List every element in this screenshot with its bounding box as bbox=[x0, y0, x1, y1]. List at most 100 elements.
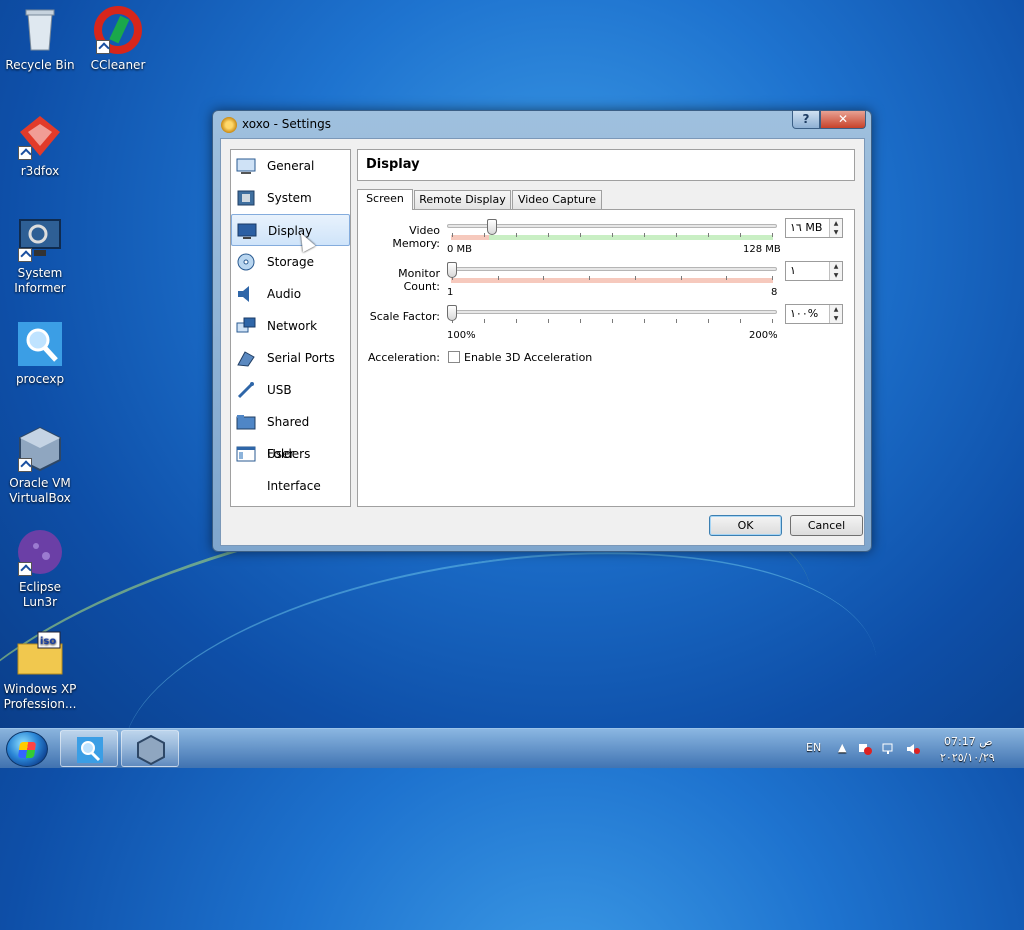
procexp-icon bbox=[16, 320, 64, 368]
nav-item-storage[interactable]: Storage bbox=[231, 246, 350, 278]
nav-item-audio[interactable]: Audio bbox=[231, 278, 350, 310]
slider-tick bbox=[452, 233, 453, 237]
slider-tick bbox=[612, 319, 613, 323]
slider-thumb[interactable] bbox=[447, 305, 457, 321]
monitor-count-min-label: 1 bbox=[447, 287, 454, 298]
spin-up-icon[interactable]: ▲ bbox=[830, 305, 842, 314]
video-memory-min-label: 0 MB bbox=[447, 244, 473, 255]
spin-buttons[interactable]: ▲ ▼ bbox=[829, 305, 842, 323]
general-icon bbox=[236, 158, 256, 174]
slider-tick bbox=[548, 233, 549, 237]
monitor-count-max-label: 8 bbox=[771, 287, 778, 298]
close-button[interactable]: ✕ bbox=[820, 111, 866, 129]
procexp-task-icon bbox=[77, 737, 103, 763]
slider-ticks bbox=[447, 319, 777, 325]
desktop-icon-virtualbox[interactable]: Oracle VM VirtualBox bbox=[0, 424, 80, 506]
scale-factor-spinbox[interactable]: ١٠٠% ▲ ▼ bbox=[785, 304, 843, 324]
ok-button[interactable]: OK bbox=[709, 515, 782, 536]
desktop-icon-label: CCleaner bbox=[90, 58, 146, 72]
spin-up-icon[interactable]: ▲ bbox=[830, 219, 842, 228]
eclipse-icon bbox=[16, 528, 64, 576]
spin-down-icon[interactable]: ▼ bbox=[830, 271, 842, 280]
section-title: Display bbox=[357, 149, 855, 181]
video-memory-slider[interactable] bbox=[447, 219, 777, 243]
acceleration-label: Acceleration: bbox=[367, 351, 440, 364]
spin-buttons[interactable]: ▲ ▼ bbox=[829, 219, 842, 237]
language-indicator[interactable]: EN bbox=[806, 741, 821, 754]
slider-thumb[interactable] bbox=[447, 262, 457, 278]
desktop-icon-label: System Informer bbox=[14, 266, 66, 295]
spin-down-icon[interactable]: ▼ bbox=[830, 228, 842, 237]
spin-down-icon[interactable]: ▼ bbox=[830, 314, 842, 323]
slider-tick bbox=[772, 319, 773, 323]
recycle-bin-icon bbox=[16, 6, 64, 54]
desktop-icon-r3dfox[interactable]: r3dfox bbox=[0, 112, 80, 179]
virtualbox-task-icon bbox=[137, 734, 165, 766]
nav-item-shared-folders[interactable]: Shared Folders bbox=[231, 406, 350, 461]
network-tray-icon[interactable] bbox=[882, 743, 896, 755]
shortcut-arrow-icon bbox=[18, 248, 32, 262]
nav-item-general[interactable]: General bbox=[231, 150, 350, 182]
desktop-icon-recycle-bin[interactable]: Recycle Bin bbox=[0, 6, 80, 73]
slider-tick bbox=[708, 233, 709, 237]
slider-tick bbox=[548, 319, 549, 323]
tab-remote-display[interactable]: Remote Display bbox=[414, 190, 511, 209]
slider-tick bbox=[772, 276, 773, 280]
monitor-count-slider[interactable] bbox=[447, 262, 777, 286]
spin-buttons[interactable]: ▲ ▼ bbox=[829, 262, 842, 280]
scale-factor-label: Scale Factor: bbox=[369, 310, 440, 323]
nav-item-network[interactable]: Network bbox=[231, 310, 350, 342]
slider-tick bbox=[543, 276, 544, 280]
video-memory-spinbox[interactable]: ١٦ MB ▲ ▼ bbox=[785, 218, 843, 238]
desktop-icon-ccleaner[interactable]: CCleaner bbox=[78, 6, 158, 73]
nav-item-label: Serial Ports bbox=[267, 351, 335, 365]
clock-date[interactable]: ٢٠٢٥/١٠/٢٩ bbox=[940, 751, 995, 764]
svg-text:iso: iso bbox=[40, 636, 56, 647]
nav-item-user-interface[interactable]: User Interface bbox=[231, 438, 350, 493]
virtualbox-icon bbox=[16, 424, 64, 472]
tab-video-capture[interactable]: Video Capture bbox=[512, 190, 602, 209]
help-button[interactable]: ? bbox=[792, 111, 820, 129]
slider-tick bbox=[612, 233, 613, 237]
nav-item-display[interactable]: Display bbox=[231, 214, 350, 246]
monitor-count-spinbox[interactable]: ١ ▲ ▼ bbox=[785, 261, 843, 281]
start-button[interactable] bbox=[6, 731, 48, 767]
monitor-icon bbox=[237, 223, 257, 239]
taskbar-virtualbox[interactable] bbox=[121, 730, 179, 767]
window-titlebar[interactable]: xoxo - Settings ? ✕ bbox=[213, 111, 871, 137]
slider-tick bbox=[516, 233, 517, 237]
clock-time[interactable]: 07:17 ص bbox=[944, 735, 993, 748]
system-informer-icon bbox=[16, 214, 64, 262]
slider-track bbox=[447, 310, 777, 314]
desktop-icon-system-informer[interactable]: System Informer bbox=[0, 214, 80, 296]
volume-muted-icon[interactable] bbox=[906, 743, 920, 755]
enable-3d-acceleration-checkbox[interactable] bbox=[448, 351, 460, 363]
settings-content: Display Screen Remote Display Video Capt… bbox=[357, 149, 855, 507]
nav-item-serial-ports[interactable]: Serial Ports bbox=[231, 342, 350, 374]
nav-item-label: Audio bbox=[267, 287, 302, 301]
iso-folder-icon: iso bbox=[16, 630, 64, 678]
scale-factor-value: ١٠٠% bbox=[790, 307, 819, 320]
slider-ticks bbox=[447, 276, 777, 282]
desktop-icon-procexp[interactable]: procexp bbox=[0, 320, 80, 387]
show-hidden-icons-icon[interactable]: ▲ bbox=[838, 741, 846, 754]
scale-factor-slider[interactable] bbox=[447, 305, 777, 329]
slider-thumb[interactable] bbox=[487, 219, 497, 235]
slider-tick bbox=[740, 319, 741, 323]
shortcut-arrow-icon bbox=[18, 458, 32, 472]
slider-tick bbox=[644, 233, 645, 237]
action-center-flag-icon[interactable] bbox=[858, 743, 872, 755]
desktop-icon-windows-xp[interactable]: iso Windows XP Profession... bbox=[0, 630, 80, 712]
nav-item-label: USB bbox=[267, 383, 292, 397]
spin-up-icon[interactable]: ▲ bbox=[830, 262, 842, 271]
tab-screen[interactable]: Screen bbox=[357, 189, 413, 210]
slider-track bbox=[447, 267, 777, 271]
cancel-button[interactable]: Cancel bbox=[790, 515, 863, 536]
nav-item-usb[interactable]: USB bbox=[231, 374, 350, 406]
nav-item-system[interactable]: System bbox=[231, 182, 350, 214]
desktop-icon-eclipse[interactable]: Eclipse Lun3r bbox=[0, 528, 80, 610]
enable-3d-acceleration-label[interactable]: Enable 3D Acceleration bbox=[464, 351, 592, 364]
slider-tick bbox=[580, 319, 581, 323]
desktop-icon-label: Oracle VM VirtualBox bbox=[9, 476, 71, 505]
taskbar-procexp[interactable] bbox=[60, 730, 118, 767]
